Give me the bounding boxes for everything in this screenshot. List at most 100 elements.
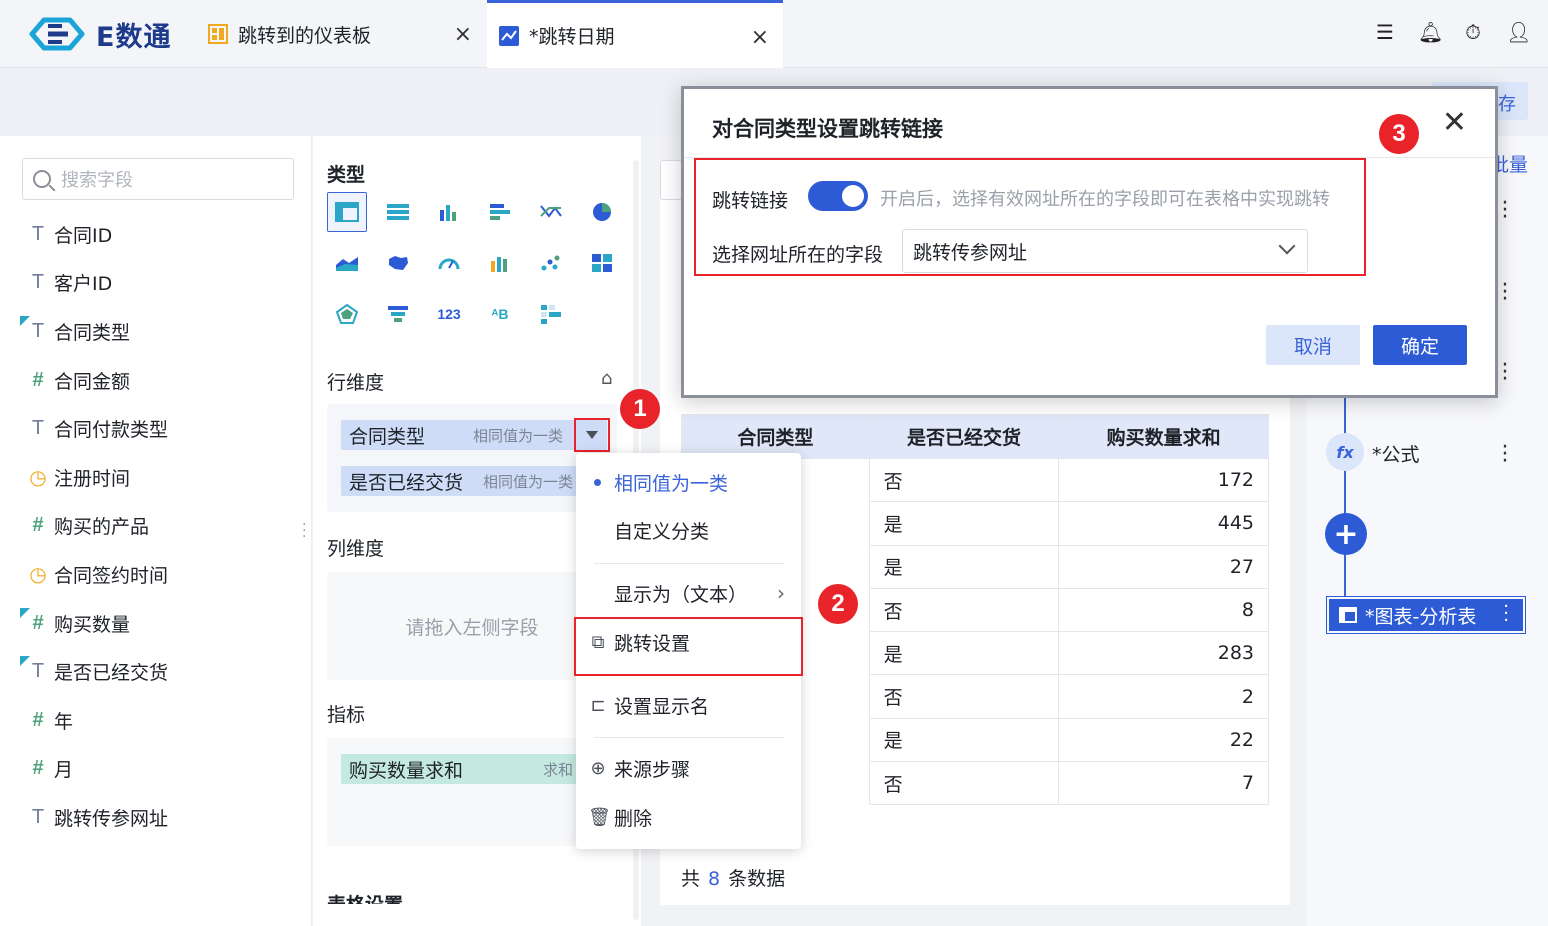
user-icon[interactable]: 👤︎ xyxy=(1506,20,1531,44)
field-label: 合同签约时间 xyxy=(54,564,169,587)
field-label: 月 xyxy=(54,759,74,782)
row-pill-contract-type[interactable]: 合同类型 相同值为一类 xyxy=(341,420,607,450)
more-icon[interactable]: · · · xyxy=(1500,355,1510,391)
table-type-icon[interactable] xyxy=(327,192,367,232)
number-card-icon[interactable]: 123 xyxy=(429,294,469,334)
menu-item-same-value[interactable]: 相同值为一类 xyxy=(576,459,801,505)
field-item[interactable]: # 购买的产品 xyxy=(0,502,310,551)
close-icon[interactable]: × xyxy=(751,25,769,50)
field-label: 购买数量 xyxy=(54,613,131,636)
field-item[interactable]: # 月 xyxy=(0,745,310,794)
tab-jump-date[interactable]: *跳转日期 × xyxy=(487,0,783,68)
area-chart-icon[interactable] xyxy=(327,243,367,283)
menu-item-source-step[interactable]: ⊕ 来源步骤 xyxy=(576,745,801,791)
number-type-icon: # xyxy=(32,757,44,780)
scatter-chart-icon[interactable] xyxy=(531,243,571,283)
map-chart-icon[interactable] xyxy=(378,243,418,283)
col-dim-title: 列维度 xyxy=(327,538,385,560)
field-item[interactable]: T 合同付款类型 xyxy=(0,404,310,453)
toolbox-icon[interactable]: ⌂ xyxy=(601,368,612,389)
top-icon-group: ☰ 🔔︎ ⏱ 👤︎ xyxy=(1374,20,1531,44)
table-header[interactable]: 是否已经交货 xyxy=(868,414,1060,459)
menu-label: 设置显示名 xyxy=(614,695,710,718)
field-item[interactable]: T 客户ID xyxy=(0,259,310,308)
confirm-button[interactable]: 确定 xyxy=(1373,325,1467,365)
field-item[interactable]: T 合同类型 xyxy=(0,307,310,356)
task-list-icon[interactable]: ☰ xyxy=(1374,20,1396,44)
field-item[interactable]: # 年 xyxy=(0,696,310,745)
indicator-pill[interactable]: 购买数量求和 求和 xyxy=(341,754,577,784)
stacked-bar-icon[interactable] xyxy=(480,243,520,283)
close-icon[interactable]: ✕ xyxy=(1442,105,1467,140)
kpi-grid-icon[interactable] xyxy=(582,243,622,283)
table-icon xyxy=(1339,607,1357,623)
menu-item-delete[interactable]: 🗑︎ 删除 xyxy=(576,794,801,840)
number-type-icon: # xyxy=(32,514,44,537)
bar-chart-icon[interactable] xyxy=(429,192,469,232)
menu-label: 显示为（文本） xyxy=(614,583,748,606)
brand-logo[interactable]: E数通 xyxy=(26,14,171,54)
menu-label: 来源步骤 xyxy=(614,758,691,781)
radar-chart-icon[interactable] xyxy=(327,294,367,334)
resize-handle-icon[interactable]: · · · xyxy=(302,518,306,544)
date-type-icon: ◷ xyxy=(29,563,47,586)
field-item[interactable]: T 跳转传参网址 xyxy=(0,793,310,842)
indicator-box[interactable]: 购买数量求和 求和 xyxy=(327,738,617,846)
trash-icon: 🗑︎ xyxy=(588,806,611,828)
table-header[interactable]: 合同类型 xyxy=(681,414,870,459)
table-cell: 22 xyxy=(1058,717,1269,763)
field-item[interactable]: # 合同金额 xyxy=(0,356,310,405)
tab-dashboard[interactable]: 跳转到的仪表板 × xyxy=(196,0,486,68)
pill-dropdown-button[interactable] xyxy=(574,418,610,452)
more-icon[interactable]: · · · xyxy=(1500,275,1510,311)
text-card-icon[interactable]: ᴬB xyxy=(480,294,520,334)
close-icon[interactable]: × xyxy=(454,22,472,47)
gauge-chart-icon[interactable] xyxy=(429,243,469,283)
col-placeholder: 请拖入左侧字段 xyxy=(405,616,539,639)
horizontal-bar-icon[interactable] xyxy=(480,192,520,232)
bell-icon[interactable]: 🔔︎ xyxy=(1418,20,1443,44)
search-input[interactable]: 搜索字段 xyxy=(22,158,294,200)
pie-chart-icon[interactable] xyxy=(582,192,622,232)
add-step-button[interactable]: + xyxy=(1325,513,1367,555)
table-cell: 否 xyxy=(868,587,1060,633)
heatmap-chart-icon[interactable] xyxy=(531,294,571,334)
formula-node-label[interactable]: *公式 xyxy=(1372,440,1420,467)
step-badge-1: 1 xyxy=(620,389,660,429)
pill-label: 是否已经交货 xyxy=(349,471,464,494)
field-item[interactable]: T 是否已经交货 xyxy=(0,647,310,696)
field-item[interactable]: # 购买数量 xyxy=(0,599,310,648)
text-type-icon: T xyxy=(31,271,45,294)
field-item[interactable]: ◷ 合同签约时间 xyxy=(0,550,310,599)
detail-table-icon[interactable] xyxy=(378,192,418,232)
timer-icon[interactable]: ⏱ xyxy=(1462,20,1484,44)
more-icon[interactable]: · · · xyxy=(1500,437,1510,473)
field-label: 跳转传参网址 xyxy=(54,807,169,830)
menu-item-custom-group[interactable]: 自定义分类 xyxy=(576,507,801,553)
more-icon[interactable]: · · · xyxy=(1503,598,1509,630)
row-count: 共 8 条数据 xyxy=(681,864,785,891)
table-cell: 445 xyxy=(1058,501,1269,546)
number-type-icon: # xyxy=(32,708,44,731)
field-label: 合同ID xyxy=(54,224,113,247)
table-cell: 是 xyxy=(868,544,1060,589)
menu-item-rename[interactable]: ⊏ 设置显示名 xyxy=(576,682,801,728)
field-label: 年 xyxy=(54,710,74,733)
table-cell: 2 xyxy=(1058,674,1269,719)
text-type-icon: T xyxy=(31,222,45,245)
search-placeholder: 搜索字段 xyxy=(61,170,133,191)
field-item[interactable]: T 合同ID xyxy=(0,210,310,259)
table-cell: 是 xyxy=(868,501,1060,546)
chart-analysis-node[interactable]: *图表-分析表 · · · xyxy=(1326,596,1526,634)
funnel-chart-icon[interactable] xyxy=(378,294,418,334)
row-count-suffix: 条数据 xyxy=(728,868,786,890)
batch-link[interactable]: 批量 xyxy=(1490,150,1528,177)
field-item[interactable]: ◷ 注册时间 xyxy=(0,453,310,502)
combo-chart-icon[interactable] xyxy=(531,192,571,232)
menu-item-display-as[interactable]: 显示为（文本） › xyxy=(576,570,801,616)
cancel-button[interactable]: 取消 xyxy=(1266,325,1360,365)
row-pill-delivered[interactable]: 是否已经交货 相同值为一类 xyxy=(341,466,577,496)
more-icon[interactable]: · · · xyxy=(1500,193,1510,229)
formula-node-icon[interactable]: fx xyxy=(1326,433,1364,471)
table-header[interactable]: 购买数量求和 xyxy=(1058,414,1269,459)
